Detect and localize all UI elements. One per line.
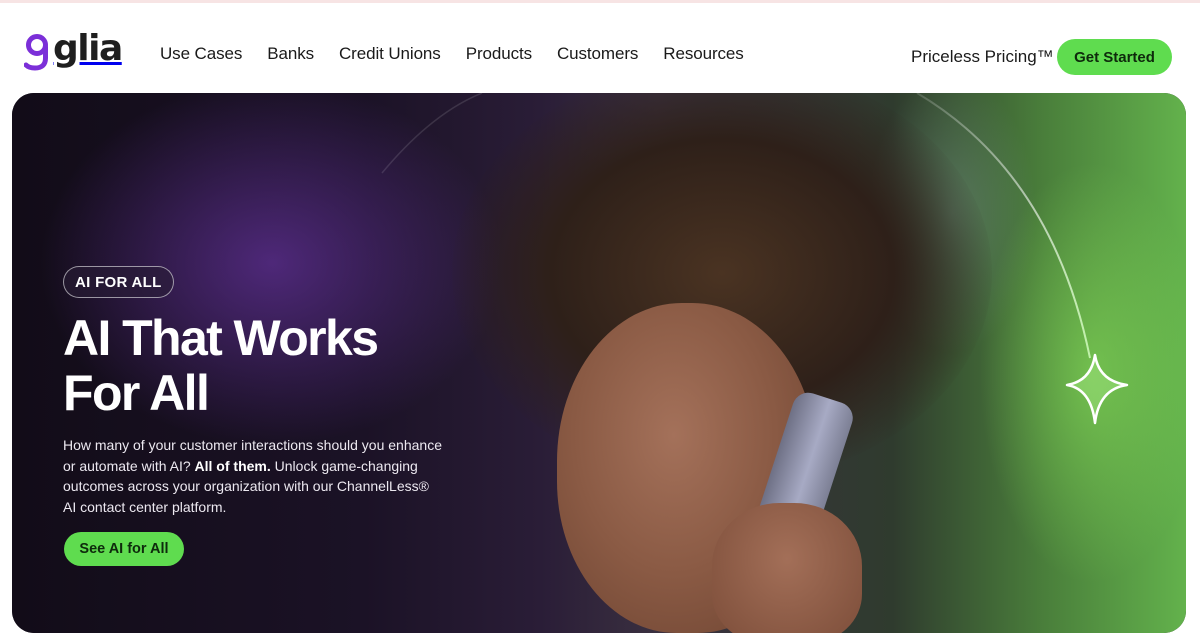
glia-logo[interactable]: glia: [24, 28, 123, 77]
hero-description-bold: All of them.: [194, 457, 271, 474]
sparkle-star-icon: [1065, 353, 1129, 425]
hero-title: AI That Works For All: [63, 311, 483, 421]
nav-customers[interactable]: Customers: [557, 43, 638, 65]
hero-description: How many of your customer interactions s…: [63, 435, 443, 517]
get-started-button[interactable]: Get Started: [1057, 39, 1172, 75]
nav-banks[interactable]: Banks: [267, 43, 314, 65]
hero-title-line1: AI That Works: [63, 310, 379, 366]
hero-section: AI FOR ALL AI That Works For All How man…: [12, 93, 1186, 633]
nav-credit-unions[interactable]: Credit Unions: [339, 43, 441, 65]
nav-use-cases[interactable]: Use Cases: [160, 43, 242, 65]
see-ai-for-all-button[interactable]: See AI for All: [64, 532, 184, 566]
main-nav: Use Cases Banks Credit Unions Products C…: [160, 43, 769, 65]
hero-badge: AI FOR ALL: [63, 266, 174, 298]
logo-wordmark: glia: [53, 28, 123, 69]
priceless-pricing-link[interactable]: Priceless Pricing™: [911, 46, 1054, 68]
nav-products[interactable]: Products: [466, 43, 532, 65]
glia-logo-icon: [24, 34, 48, 71]
hero-title-line2: For All: [63, 365, 210, 421]
nav-resources[interactable]: Resources: [663, 43, 743, 65]
site-header: glia Use Cases Banks Credit Unions Produ…: [0, 3, 1200, 93]
